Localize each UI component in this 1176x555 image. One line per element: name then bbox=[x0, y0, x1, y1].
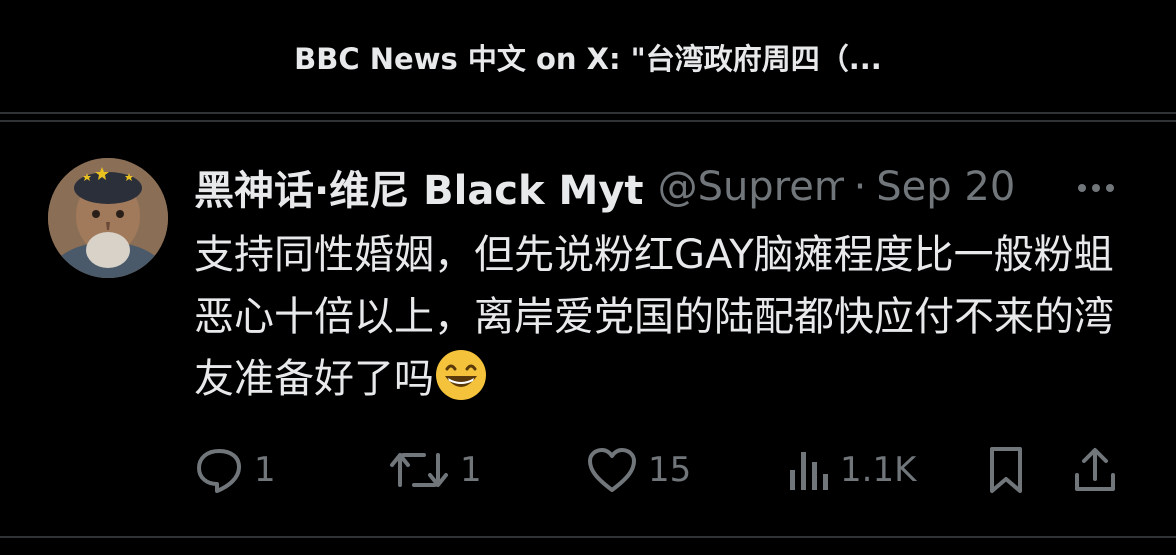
divider-top bbox=[0, 112, 1176, 114]
views-icon bbox=[786, 446, 830, 494]
bookmark-button[interactable] bbox=[986, 440, 1026, 500]
more-options-button[interactable] bbox=[1070, 170, 1122, 206]
divider-top-inner bbox=[0, 120, 1176, 122]
tweet-text: 支持同性婚姻，但先说粉红GAY脑瘫程度比一般粉蛆恶心十倍以上，离岸爱党国的陆配都… bbox=[194, 224, 1124, 410]
avatar[interactable] bbox=[48, 158, 168, 278]
bookmark-icon bbox=[986, 445, 1026, 495]
header-bar: BBC News 中文 on X: "台湾政府周四（... bbox=[0, 0, 1176, 112]
share-button[interactable] bbox=[1072, 440, 1118, 500]
repost-count: 1 bbox=[460, 450, 482, 490]
like-count: 15 bbox=[648, 450, 692, 490]
more-icon bbox=[1076, 182, 1116, 194]
reply-icon bbox=[194, 445, 244, 495]
user-handle[interactable]: @Suprem bbox=[658, 164, 844, 210]
display-name[interactable]: 黑神话·维尼 Black Myt bbox=[194, 158, 644, 216]
tweet-header: 黑神话·维尼 Black Myt @Suprem · Sep 20 bbox=[194, 160, 1015, 214]
like-icon bbox=[586, 446, 638, 494]
repost-button[interactable]: 1 bbox=[388, 440, 482, 500]
share-icon bbox=[1072, 445, 1118, 495]
divider-bottom bbox=[0, 536, 1176, 538]
avatar-image bbox=[48, 158, 168, 278]
views-count: 1.1K bbox=[840, 450, 917, 490]
views-button[interactable]: 1.1K bbox=[786, 440, 916, 500]
reply-button[interactable]: 1 bbox=[194, 440, 276, 500]
tweet-actions: 1 1 15 1.1K bbox=[0, 440, 1176, 500]
repost-icon bbox=[388, 445, 450, 495]
tweet-date[interactable]: Sep 20 bbox=[876, 164, 1015, 210]
tweet-body: 支持同性婚姻，但先说粉红GAY脑瘫程度比一般粉蛆恶心十倍以上，离岸爱党国的陆配都… bbox=[194, 232, 1114, 402]
reply-count: 1 bbox=[254, 450, 276, 490]
page-title: BBC News 中文 on X: "台湾政府周四（... bbox=[294, 42, 882, 76]
grinning-face-emoji-icon bbox=[434, 348, 488, 402]
separator-dot: · bbox=[853, 164, 867, 210]
like-button[interactable]: 15 bbox=[586, 440, 691, 500]
